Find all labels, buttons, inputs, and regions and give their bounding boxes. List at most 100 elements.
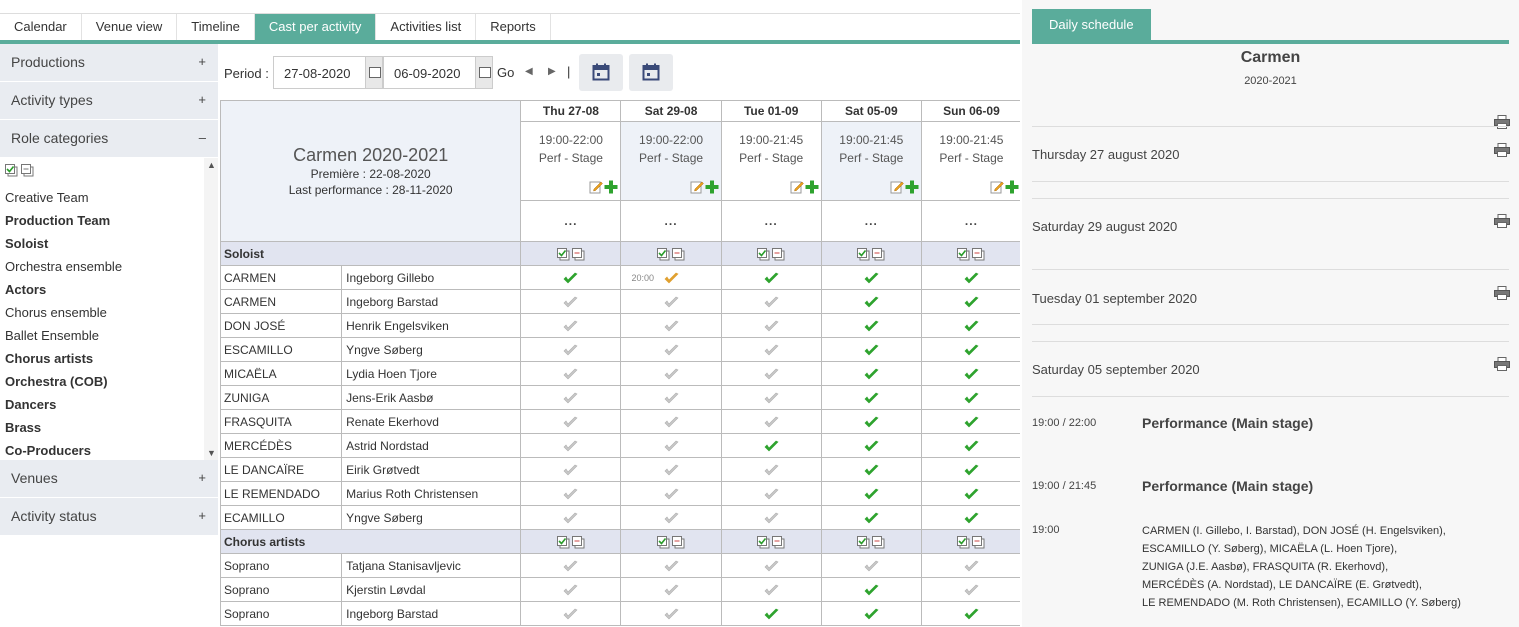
deselect-all-icon[interactable] [772,247,785,261]
unassigned-check-icon[interactable] [563,296,578,309]
confirmed-check-icon[interactable] [964,488,979,501]
unassigned-check-icon[interactable] [563,416,578,429]
availability-cell[interactable]: 20:00 [620,265,722,290]
availability-cell[interactable] [720,361,822,386]
unassigned-check-icon[interactable] [764,560,779,573]
tab-calendar[interactable]: Calendar [0,14,82,40]
tab-daily-schedule[interactable]: Daily schedule [1032,9,1151,40]
calendar-picker-icon[interactable] [475,57,492,88]
calendar-export-button[interactable] [629,54,673,91]
availability-cell[interactable] [820,601,922,626]
role-category-item[interactable]: Orchestra (COB) [5,370,122,393]
unassigned-check-icon[interactable] [664,416,679,429]
print-icon[interactable] [1494,357,1510,374]
print-icon[interactable] [1494,214,1510,231]
role-category-item[interactable]: Creative Team [5,186,122,209]
availability-cell[interactable] [720,313,822,338]
confirmed-check-icon[interactable] [864,488,879,501]
availability-cell[interactable] [520,577,622,602]
availability-cell[interactable] [620,409,722,434]
availability-cell[interactable] [820,481,922,506]
unassigned-check-icon[interactable] [664,560,679,573]
expand-icon[interactable]: + [198,44,206,80]
confirmed-check-icon[interactable] [964,416,979,429]
edit-icon[interactable] [990,180,1004,194]
availability-cell[interactable] [720,385,822,410]
availability-cell[interactable] [720,457,822,482]
more-cast-indicator[interactable]: ... [520,200,622,242]
availability-cell[interactable] [720,337,822,362]
confirmed-check-icon[interactable] [964,296,979,309]
confirmed-check-icon[interactable] [964,608,979,621]
select-all-icon[interactable] [657,247,670,261]
deselect-all-icon[interactable] [571,247,585,261]
confirmed-check-icon[interactable] [864,344,879,357]
availability-cell[interactable] [820,553,922,578]
availability-cell[interactable] [520,313,622,338]
availability-cell[interactable] [620,433,722,458]
availability-cell[interactable] [620,337,722,362]
availability-cell[interactable] [920,337,1020,362]
unassigned-check-icon[interactable] [563,608,578,621]
role-category-item[interactable]: Brass [5,416,122,439]
availability-cell[interactable] [620,313,722,338]
select-all-icon[interactable] [657,535,670,549]
tab-cast-per-activity[interactable]: Cast per activity [254,14,377,40]
availability-cell[interactable] [520,361,622,386]
availability-cell[interactable] [920,361,1020,386]
availability-cell[interactable] [720,505,822,530]
role-category-item[interactable]: Orchestra ensemble [5,255,122,278]
next-period-icon[interactable]: ▶ [548,66,556,77]
confirmed-check-icon[interactable] [964,512,979,525]
confirmed-check-icon[interactable] [964,368,979,381]
availability-cell[interactable] [520,385,622,410]
availability-cell[interactable] [520,481,622,506]
availability-cell[interactable] [820,577,922,602]
expand-icon[interactable]: + [198,82,206,118]
collapse-icon[interactable]: – [199,120,206,156]
role-category-item[interactable]: Actors [5,278,122,301]
availability-cell[interactable] [820,289,922,314]
availability-cell[interactable] [520,505,622,530]
select-all-icon[interactable] [957,247,970,261]
edit-icon[interactable] [890,180,904,194]
edit-icon[interactable] [589,180,604,194]
unassigned-check-icon[interactable] [563,392,578,405]
deselect-all-icon[interactable] [872,535,885,549]
go-button[interactable]: Go [497,65,514,80]
sidebar-section-activity-types[interactable]: Activity types + [0,82,218,120]
calendar-view-button[interactable] [579,54,623,91]
availability-cell[interactable] [620,289,722,314]
unassigned-check-icon[interactable] [764,320,779,333]
availability-cell[interactable] [620,601,722,626]
sidebar-section-venues[interactable]: Venues + [0,460,218,498]
availability-cell[interactable] [720,553,822,578]
availability-cell[interactable] [520,433,622,458]
more-cast-indicator[interactable]: ... [920,200,1020,242]
availability-cell[interactable] [820,265,922,290]
role-category-item[interactable]: Co-Producers [5,439,122,460]
deselect-all-icon[interactable] [972,535,985,549]
add-icon[interactable] [805,180,819,194]
role-category-item[interactable]: Chorus ensemble [5,301,122,324]
deselect-all-icon[interactable] [21,164,34,177]
more-cast-indicator[interactable]: ... [720,200,822,242]
select-all-icon[interactable] [757,247,770,261]
availability-cell[interactable] [620,457,722,482]
unassigned-check-icon[interactable] [563,368,578,381]
add-icon[interactable] [905,180,919,194]
availability-cell[interactable] [820,385,922,410]
confirmed-check-icon[interactable] [764,272,779,285]
unassigned-check-icon[interactable] [964,560,979,573]
select-all-icon[interactable] [957,535,970,549]
availability-cell[interactable] [920,457,1020,482]
availability-cell[interactable] [620,361,722,386]
availability-cell[interactable] [920,289,1020,314]
unassigned-check-icon[interactable] [664,440,679,453]
confirmed-check-icon[interactable] [864,512,879,525]
print-icon[interactable] [1494,143,1510,160]
partial-check-icon[interactable] [664,272,679,285]
more-cast-indicator[interactable]: ... [620,200,722,242]
availability-cell[interactable] [520,337,622,362]
deselect-all-icon[interactable] [972,247,985,261]
